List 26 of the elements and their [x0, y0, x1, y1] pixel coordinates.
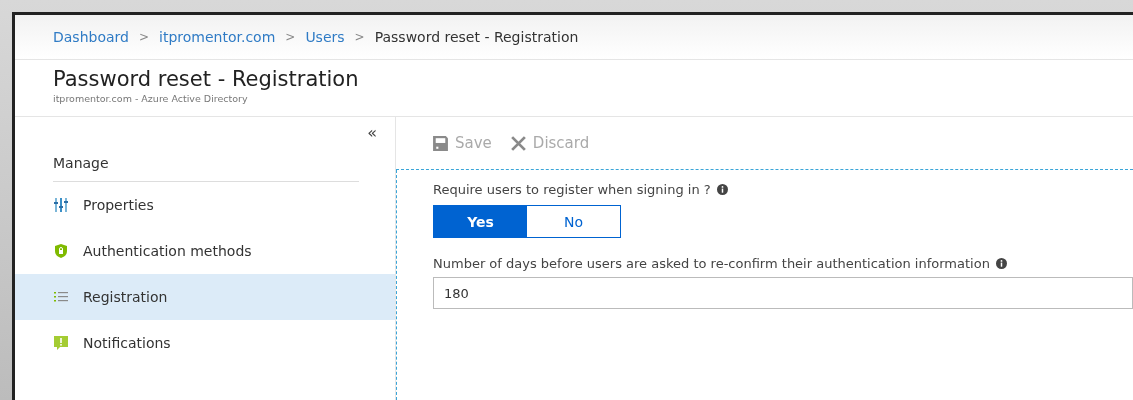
alert-message-icon — [53, 335, 69, 351]
field-label: Require users to register when signing in ? — [433, 182, 711, 197]
breadcrumb-separator: > — [285, 30, 296, 44]
page-subtitle: itpromentor.com - Azure Active Directory — [53, 93, 249, 104]
info-icon — [716, 184, 728, 195]
field-label: Number of days before users are asked to re-confirm their authentication information — [433, 256, 990, 271]
shield-lock-icon — [53, 243, 69, 259]
toggle-option[interactable]: Yes — [434, 206, 527, 237]
collapse-button[interactable]: « — [367, 123, 377, 145]
sidebar-item[interactable]: Notifications — [15, 320, 395, 366]
breadcrumb-link[interactable]: itpromentor.com — [159, 29, 276, 45]
list-icon — [53, 289, 69, 305]
sidebar-item[interactable]: Properties — [15, 182, 395, 228]
page-title: Password reset - Registration — [53, 66, 360, 93]
breadcrumb-separator: > — [138, 30, 150, 44]
breadcrumb-link[interactable]: Users — [305, 29, 345, 45]
breadcrumb-link[interactable]: Dashboard — [53, 29, 129, 45]
breadcrumb-separator: > — [354, 30, 365, 44]
close-icon — [509, 134, 527, 152]
breadcrumb-current: Password reset - Registration — [374, 29, 579, 45]
days-input-field[interactable]: 180 — [433, 277, 1133, 309]
sidebar-item[interactable]: Authentication methods — [15, 228, 395, 274]
info-icon — [995, 258, 1007, 269]
sliders-icon — [53, 197, 69, 213]
sidebar-item[interactable]: Registration — [15, 274, 395, 320]
section-heading: Manage — [53, 155, 359, 182]
